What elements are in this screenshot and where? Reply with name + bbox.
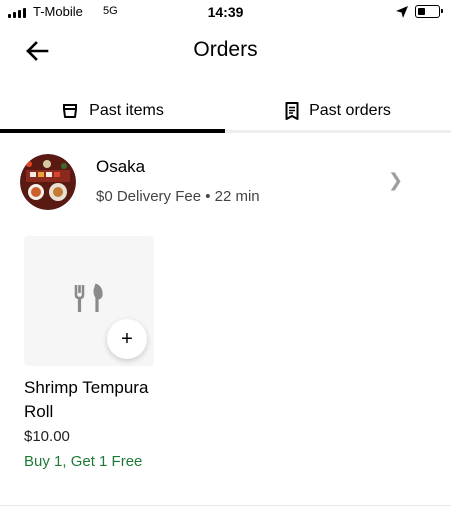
status-bar: T-Mobile 5G 14:39 bbox=[0, 0, 451, 26]
status-time: 14:39 bbox=[207, 4, 244, 20]
tab-past-items[interactable]: Past items bbox=[0, 88, 225, 134]
tab-track bbox=[225, 130, 451, 133]
item-image-placeholder: + bbox=[24, 236, 154, 366]
store-name: Osaka bbox=[96, 157, 146, 176]
item-price: $10.00 bbox=[24, 428, 70, 445]
battery-icon bbox=[415, 5, 443, 18]
item-promo: Buy 1, Get 1 Free bbox=[24, 453, 143, 470]
basket-icon bbox=[63, 104, 78, 118]
tab-bar: Past items Past orders bbox=[0, 88, 451, 134]
store-avatar bbox=[20, 154, 76, 210]
receipt-icon bbox=[285, 102, 299, 120]
add-to-cart-button[interactable]: + bbox=[107, 319, 147, 359]
item-name: Shrimp Tempura Roll bbox=[24, 378, 149, 421]
active-tab-indicator bbox=[0, 129, 225, 133]
divider bbox=[0, 505, 451, 506]
battery-fill bbox=[417, 7, 425, 15]
chevron-right-icon: ❯ bbox=[388, 170, 404, 190]
tab-label: Past items bbox=[89, 102, 164, 119]
header: Orders bbox=[0, 30, 451, 72]
item-card[interactable]: + bbox=[24, 236, 154, 366]
utensils-icon bbox=[74, 283, 103, 312]
location-arrow-icon bbox=[396, 6, 408, 18]
store-row[interactable]: Osaka $0 Delivery Fee • 22 min ❯ bbox=[0, 150, 451, 216]
store-meta: $0 Delivery Fee • 22 min bbox=[96, 188, 260, 205]
tab-label: Past orders bbox=[309, 102, 391, 119]
tab-past-orders[interactable]: Past orders bbox=[225, 88, 451, 134]
page-title: Orders bbox=[193, 38, 258, 61]
